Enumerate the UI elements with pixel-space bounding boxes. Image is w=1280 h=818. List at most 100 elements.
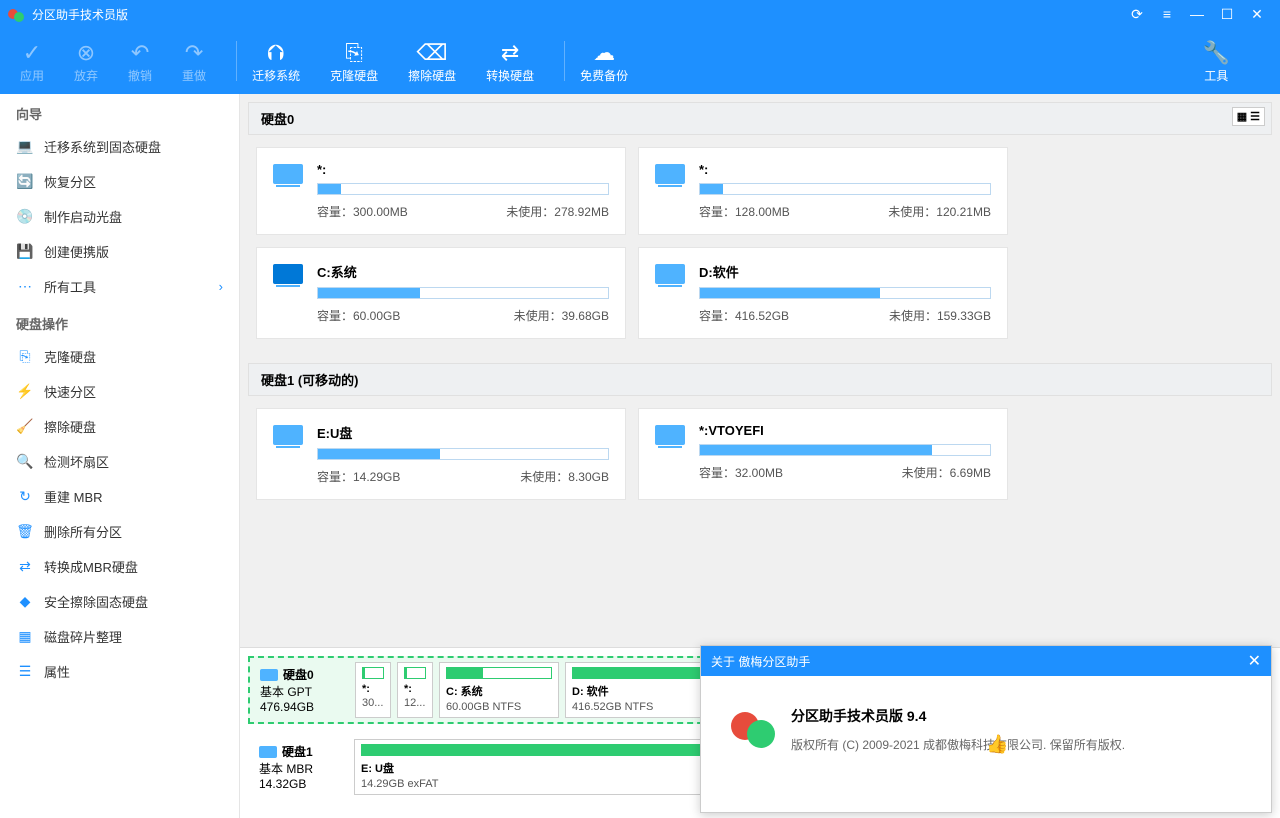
undo-button[interactable]: ↶撤销 [128,39,152,84]
partition-card[interactable]: D:软件 容量：416.52GB未使用：159.33GB [638,247,1008,339]
refresh-icon[interactable]: ⟳ [1122,6,1152,23]
sidebar-item[interactable]: 🗑删除所有分区 [0,514,239,549]
view-toggle[interactable]: ▦ ☰ [1232,107,1265,126]
sidebar-item[interactable]: 💻 迁移系统到固态硬盘 [0,129,239,164]
sidebar-icon: ⇄ [16,558,34,575]
sidebar-item[interactable]: ⇄ 转换成MBR硬盘 [0,549,239,584]
partition-card[interactable]: C:系统 容量：60.00GB未使用：39.68GB [256,247,626,339]
drive-icon [273,164,303,184]
free-label: 未使用：120.21MB [888,203,991,220]
tools-button[interactable]: 🔧工具 [1203,39,1230,84]
capacity-label: 容量：14.29GB [317,468,400,485]
sidebar-item[interactable]: ☰ 属性 [0,654,239,689]
partition-cell-size: 12... [404,697,426,709]
sidebar-label: 转换成MBR硬盘 [44,557,138,576]
partition-cell-name: *: [362,683,384,695]
sidebar-label: 所有工具 [44,277,96,296]
migrate-button[interactable]: ⮉迁移系统 [252,39,300,84]
partition-view: 硬盘0▦ ☰ *: 容量：300.00MB未使用：278.92MB *: 容量：… [240,94,1280,647]
sidebar-label: 擦除硬盘 [44,417,96,436]
app-title: 分区助手技术员版 [32,6,128,23]
sidebar-label: 克隆硬盘 [44,347,96,366]
sidebar-icon: ⎘ [16,348,34,365]
about-logo-icon [731,706,775,750]
sidebar-label: 恢复分区 [44,172,96,191]
chevron-right-icon: › [219,279,223,294]
sidebar-icon: ⚡ [16,383,34,400]
drive-icon [273,264,303,284]
sidebar-icon: 🧹 [16,418,34,435]
titlebar: 分区助手技术员版 ⟳ ≡ — ☐ ✕ [0,0,1280,28]
sidebar-item[interactable]: ⎘ 克隆硬盘 [0,339,239,374]
sidebar-icon: 🔄 [16,173,34,190]
sidebar-label: 制作启动光盘 [44,207,122,226]
about-close-button[interactable]: ✕ [1248,651,1261,671]
sidebar-label: 属性 [44,662,70,681]
partition-card[interactable]: *:VTOYEFI 容量：32.00MB未使用：6.69MB [638,408,1008,500]
capacity-label: 容量：300.00MB [317,203,408,220]
partition-cell[interactable]: C: 系统 60.00GB NTFS [439,662,559,718]
partition-card[interactable]: E:U盘 容量：14.29GB未使用：8.30GB [256,408,626,500]
sidebar-icon: ▦ [16,628,34,645]
sidebar-item[interactable]: 🔄 恢复分区 [0,164,239,199]
wizard-header: 向导 [0,94,239,129]
convert-button[interactable]: ⇄转换硬盘 [486,39,534,84]
sidebar-icon: 💻 [16,138,34,155]
apply-button[interactable]: ✓应用 [20,39,44,84]
partition-name: *: [699,162,991,177]
capacity-label: 容量：128.00MB [699,203,790,220]
about-dialog: 关于 傲梅分区助手 ✕ 分区助手技术员版 9.4 版权所有 (C) 2009-2… [700,645,1272,813]
sidebar-icon: 🗑 [16,523,34,540]
close-button[interactable]: ✕ [1242,6,1272,23]
maximize-button[interactable]: ☐ [1212,6,1242,23]
backup-button[interactable]: ☁免费备份 [580,39,628,84]
sidebar-label: 迁移系统到固态硬盘 [44,137,161,156]
sidebar-item[interactable]: ◆安全擦除固态硬盘 [0,584,239,619]
sidebar-item[interactable]: 💾创建便携版 [0,234,239,269]
about-title: 关于 傲梅分区助手 [711,653,810,670]
sidebar-item[interactable]: ↻ 重建 MBR [0,479,239,514]
drive-icon [273,425,303,445]
sidebar-label: 检测坏扇区 [44,452,109,471]
app-logo-icon [8,6,24,22]
disk-icon [259,746,277,758]
sidebar-icon: 💿 [16,208,34,225]
thumbs-up-icon[interactable]: 👍 [986,734,1008,755]
capacity-label: 容量：416.52GB [699,307,789,324]
partition-cell[interactable]: *: 30... [355,662,391,718]
sidebar-label: 重建 MBR [44,487,103,506]
sidebar-item[interactable]: 🧹 擦除硬盘 [0,409,239,444]
minimize-button[interactable]: — [1182,6,1212,22]
free-label: 未使用：159.33GB [889,307,991,324]
partition-card[interactable]: *: 容量：128.00MB 未使用：120.21MB [638,147,1008,235]
discard-button[interactable]: ⊗放弃 [74,39,98,84]
sidebar-item[interactable]: ⋯所有工具› [0,269,239,304]
disk-info: 硬盘1 基本 MBR14.32GB [253,739,348,795]
sidebar-icon: ☰ [16,663,34,680]
capacity-label: 容量：60.00GB [317,307,400,324]
wipe-button[interactable]: ⌫擦除硬盘 [408,39,456,84]
menu-icon[interactable]: ≡ [1152,6,1182,22]
sidebar-icon: ↻ [16,488,34,505]
partition-cell[interactable]: *: 12... [397,662,433,718]
drive-icon [655,425,685,445]
drive-icon [655,264,685,284]
partition-name: C:系统 [317,262,609,281]
redo-button[interactable]: ↷重做 [182,39,206,84]
sidebar-item[interactable]: 🔍检测坏扇区 [0,444,239,479]
about-version: 分区助手技术员版 9.4 [791,706,1241,726]
diskops-header: 硬盘操作 [0,304,239,339]
sidebar-label: 快速分区 [44,382,96,401]
sidebar-icon: 💾 [16,243,34,260]
usage-bar [317,183,609,195]
free-label: 未使用：278.92MB [506,203,609,220]
sidebar-item[interactable]: 💿 制作启动光盘 [0,199,239,234]
usage-bar [317,448,609,460]
disk-header: 硬盘1 (可移动的) [248,363,1272,396]
clone-button[interactable]: ⎘克隆硬盘 [330,39,378,84]
sidebar-item[interactable]: ⚡ 快速分区 [0,374,239,409]
sidebar-item[interactable]: ▦磁盘碎片整理 [0,619,239,654]
partition-card[interactable]: *: 容量：300.00MB未使用：278.92MB [256,147,626,235]
usage-bar [699,287,991,299]
partition-name: E:U盘 [317,423,609,442]
